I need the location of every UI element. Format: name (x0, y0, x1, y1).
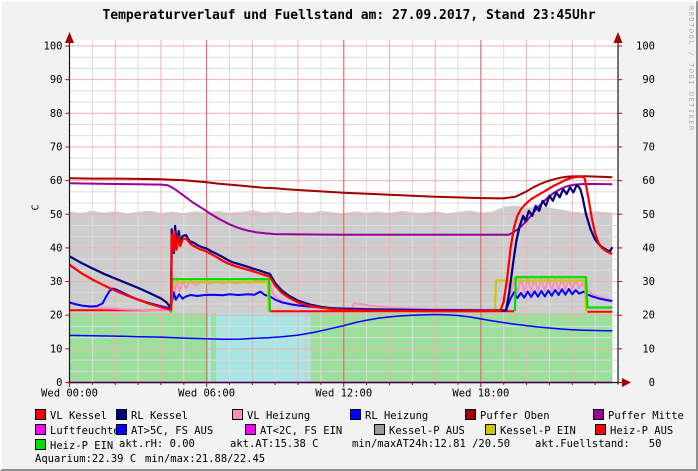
legend-label: min/maxAT24h:12.81 /20.50 (352, 438, 510, 450)
legend-row: Heiz-P EIN akt.rH: 0.00 akt.AT:15.38 C min/… (2, 438, 698, 452)
legend-swatch (374, 424, 385, 435)
legend-item-puffer-oben: Puffer Oben (465, 408, 550, 422)
legend: VL Kessel RL Kessel VL Heizung RL Heizung Pu… (2, 2, 698, 471)
legend-swatch (350, 409, 361, 420)
legend-swatch (245, 424, 256, 435)
legend-swatch (35, 409, 46, 420)
legend-label: Heiz-P EIN (50, 440, 113, 452)
legend-item-kessel-p-ein: Kessel-P EIN (485, 423, 576, 437)
legend-item-akt-rh-0-00: akt.rH: 0.00 (119, 438, 195, 450)
legend-item-puffer-mitte: Puffer Mitte (593, 408, 684, 422)
legend-item-rl-kessel: RL Kessel (116, 408, 188, 422)
legend-label: Kessel-P EIN (500, 425, 576, 437)
legend-item-min-maxat24h-12-81-20-50: min/maxAT24h:12.81 /20.50 (352, 438, 510, 450)
legend-label: Puffer Oben (480, 410, 550, 422)
legend-swatch (35, 424, 46, 435)
legend-label: akt.AT:15.38 C (230, 438, 319, 450)
legend-label: Luftfeuchte (50, 425, 120, 437)
legend-label: RL Heizung (365, 410, 428, 422)
legend-label: Aquarium:22.39 C (35, 453, 136, 465)
legend-item-at-2c-fs-ein: AT<2C, FS EIN (245, 423, 342, 437)
legend-row: Aquarium:22.39 C min/max:21.88/22.45 (2, 453, 698, 467)
legend-swatch (593, 409, 604, 420)
legend-label: VL Kessel (50, 410, 107, 422)
legend-label: AT>5C, FS AUS (131, 425, 213, 437)
legend-swatch (595, 424, 606, 435)
legend-item-kessel-p-aus: Kessel-P AUS (374, 423, 465, 437)
legend-item-akt-fuellstand-50: akt.Fuellstand: 50 (535, 438, 661, 450)
legend-item-rl-heizung: RL Heizung (350, 408, 428, 422)
legend-item-luftfeuchte: Luftfeuchte (35, 423, 120, 437)
legend-item-vl-kessel: VL Kessel (35, 408, 107, 422)
legend-label: akt.rH: 0.00 (119, 438, 195, 450)
legend-swatch (465, 409, 476, 420)
legend-label: VL Heizung (247, 410, 310, 422)
legend-label: RL Kessel (131, 410, 188, 422)
legend-item-at-5c-fs-aus: AT>5C, FS AUS (116, 423, 213, 437)
legend-swatch (116, 409, 127, 420)
legend-label: Puffer Mitte (608, 410, 684, 422)
legend-item-heiz-p-ein: Heiz-P EIN (35, 438, 113, 452)
legend-label: akt.Fuellstand: 50 (535, 438, 661, 450)
legend-label: min/max:21.88/22.45 (145, 453, 265, 465)
legend-label: Kessel-P AUS (389, 425, 465, 437)
legend-row: Luftfeuchte AT>5C, FS AUS AT<2C, FS EIN Kes… (2, 423, 698, 437)
legend-item-akt-at-15-38-c: akt.AT:15.38 C (230, 438, 319, 450)
legend-row: VL Kessel RL Kessel VL Heizung RL Heizung Pu… (2, 408, 698, 422)
legend-item-heiz-p-aus: Heiz-P AUS (595, 423, 673, 437)
rrd-graph-image: Temperaturverlauf und Fuellstand am: 27.… (0, 0, 698, 471)
legend-item-min-max-21-88-22-45: min/max:21.88/22.45 (145, 453, 265, 465)
legend-label: AT<2C, FS EIN (260, 425, 342, 437)
legend-item-aquarium-22-39-c: Aquarium:22.39 C (35, 453, 136, 465)
legend-swatch (35, 439, 46, 450)
legend-swatch (485, 424, 496, 435)
legend-swatch (232, 409, 243, 420)
legend-item-vl-heizung: VL Heizung (232, 408, 310, 422)
legend-swatch (116, 424, 127, 435)
legend-label: Heiz-P AUS (610, 425, 673, 437)
